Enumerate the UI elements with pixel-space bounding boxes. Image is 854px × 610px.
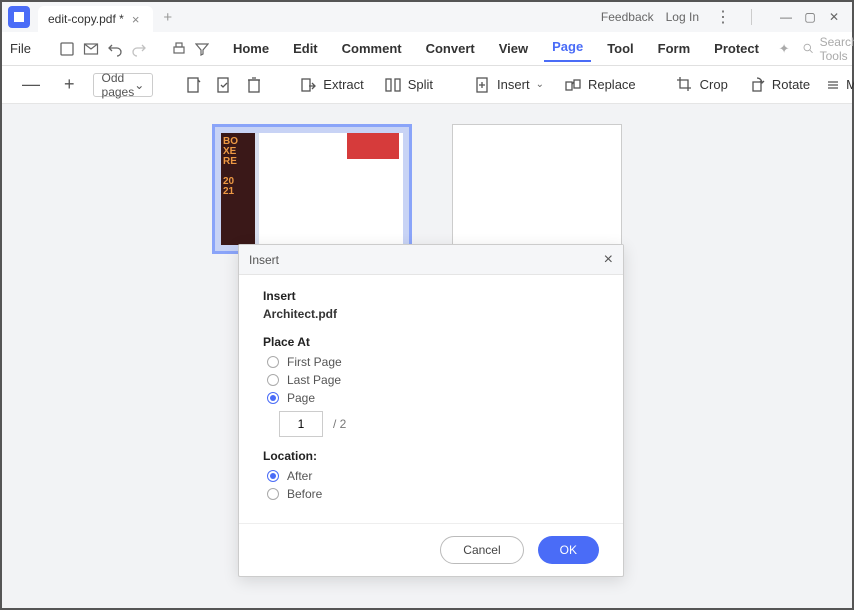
radio-page[interactable]: Page xyxy=(267,391,599,405)
zoom-out-button[interactable]: — xyxy=(16,74,46,95)
menu-dots-icon[interactable]: ⋮ xyxy=(711,7,735,27)
print-icon[interactable] xyxy=(171,38,187,60)
file-menu[interactable]: File xyxy=(10,41,31,56)
menu-convert[interactable]: Convert xyxy=(418,37,483,60)
more-button[interactable]: More › xyxy=(826,77,854,92)
radio-icon xyxy=(267,356,279,368)
close-icon[interactable]: ✕ xyxy=(822,5,846,29)
dialog-header: Insert × xyxy=(239,245,623,275)
page-number-input[interactable] xyxy=(279,411,323,437)
search-icon xyxy=(803,42,814,55)
menu-home[interactable]: Home xyxy=(225,37,277,60)
login-link[interactable]: Log In xyxy=(666,10,699,24)
page-thumbnail-1[interactable]: BOXERE2021 xyxy=(212,124,412,254)
page-total-label: / 2 xyxy=(333,417,346,431)
radio-first-page[interactable]: First Page xyxy=(267,355,599,369)
replace-icon xyxy=(564,76,582,94)
chevron-down-icon: ⌄ xyxy=(536,79,544,90)
place-at-label: Place At xyxy=(263,335,599,349)
radio-after[interactable]: After xyxy=(267,469,599,483)
tab-close-icon[interactable]: × xyxy=(132,12,140,27)
insert-button[interactable]: Insert ⌄ xyxy=(469,74,548,96)
menu-page[interactable]: Page xyxy=(544,35,591,62)
cancel-button[interactable]: Cancel xyxy=(440,536,523,564)
extract-icon xyxy=(299,76,317,94)
replace-button[interactable]: Replace xyxy=(560,74,640,96)
menu-comment[interactable]: Comment xyxy=(334,37,410,60)
magic-icon[interactable]: ✦ xyxy=(775,38,793,60)
radio-icon xyxy=(267,374,279,386)
insert-icon xyxy=(473,76,491,94)
menu-form[interactable]: Form xyxy=(650,37,699,60)
dialog-title: Insert xyxy=(249,253,279,267)
document-tab[interactable]: edit-copy.pdf * × xyxy=(38,6,153,32)
insert-label: Insert xyxy=(263,289,599,303)
menu-tool[interactable]: Tool xyxy=(599,37,641,60)
split-icon xyxy=(384,76,402,94)
extract-button[interactable]: Extract xyxy=(295,74,367,96)
save-icon[interactable] xyxy=(59,38,75,60)
minimize-icon[interactable]: — xyxy=(774,5,798,29)
split-button[interactable]: Split xyxy=(380,74,437,96)
menubar: File Home Edit Comment Convert View Page… xyxy=(2,32,852,66)
search-tools[interactable]: Search Tools xyxy=(803,35,854,63)
radio-icon xyxy=(267,488,279,500)
page-filter-dropdown[interactable]: Odd pages ⌄ xyxy=(93,73,154,97)
rotate-button[interactable]: Rotate xyxy=(744,74,814,96)
page-toolbar: — + Odd pages ⌄ Extract Split Insert ⌄ R… xyxy=(2,66,852,104)
titlebar: edit-copy.pdf * × + Feedback Log In ⋮ — … xyxy=(2,2,852,32)
insert-dialog: Insert × Insert Architect.pdf Place At F… xyxy=(238,244,624,577)
maximize-icon[interactable]: ▢ xyxy=(798,5,822,29)
chevron-down-icon: ⌄ xyxy=(134,78,144,92)
tab-title: edit-copy.pdf * xyxy=(48,12,124,26)
new-tab-button[interactable]: + xyxy=(163,9,172,26)
menu-edit[interactable]: Edit xyxy=(285,37,326,60)
delete-page-icon[interactable] xyxy=(245,76,263,94)
insert-filename: Architect.pdf xyxy=(263,307,599,321)
location-label: Location: xyxy=(263,449,599,463)
dialog-close-icon[interactable]: × xyxy=(604,251,613,269)
feedback-link[interactable]: Feedback xyxy=(601,10,654,24)
redo-icon[interactable] xyxy=(131,38,147,60)
thumbnail-content: BOXERE2021 xyxy=(221,133,255,245)
page-box2-icon[interactable] xyxy=(215,76,233,94)
rotate-icon xyxy=(748,76,766,94)
separator xyxy=(751,9,752,25)
filter-icon[interactable] xyxy=(195,38,209,60)
zoom-in-button[interactable]: + xyxy=(58,74,81,95)
page-thumbnail-2[interactable] xyxy=(452,124,622,254)
radio-icon xyxy=(267,392,279,404)
crop-button[interactable]: Crop xyxy=(672,74,732,96)
radio-icon xyxy=(267,470,279,482)
menu-protect[interactable]: Protect xyxy=(706,37,767,60)
undo-icon[interactable] xyxy=(107,38,123,60)
radio-before[interactable]: Before xyxy=(267,487,599,501)
menu-view[interactable]: View xyxy=(491,37,536,60)
page-box1-icon[interactable] xyxy=(185,76,203,94)
radio-last-page[interactable]: Last Page xyxy=(267,373,599,387)
more-icon xyxy=(826,78,840,92)
mail-icon[interactable] xyxy=(83,38,99,60)
app-icon xyxy=(8,6,30,28)
crop-icon xyxy=(676,76,694,94)
ok-button[interactable]: OK xyxy=(538,536,599,564)
workspace: BOXERE2021 Insert × Insert Architect.pdf… xyxy=(2,104,852,608)
